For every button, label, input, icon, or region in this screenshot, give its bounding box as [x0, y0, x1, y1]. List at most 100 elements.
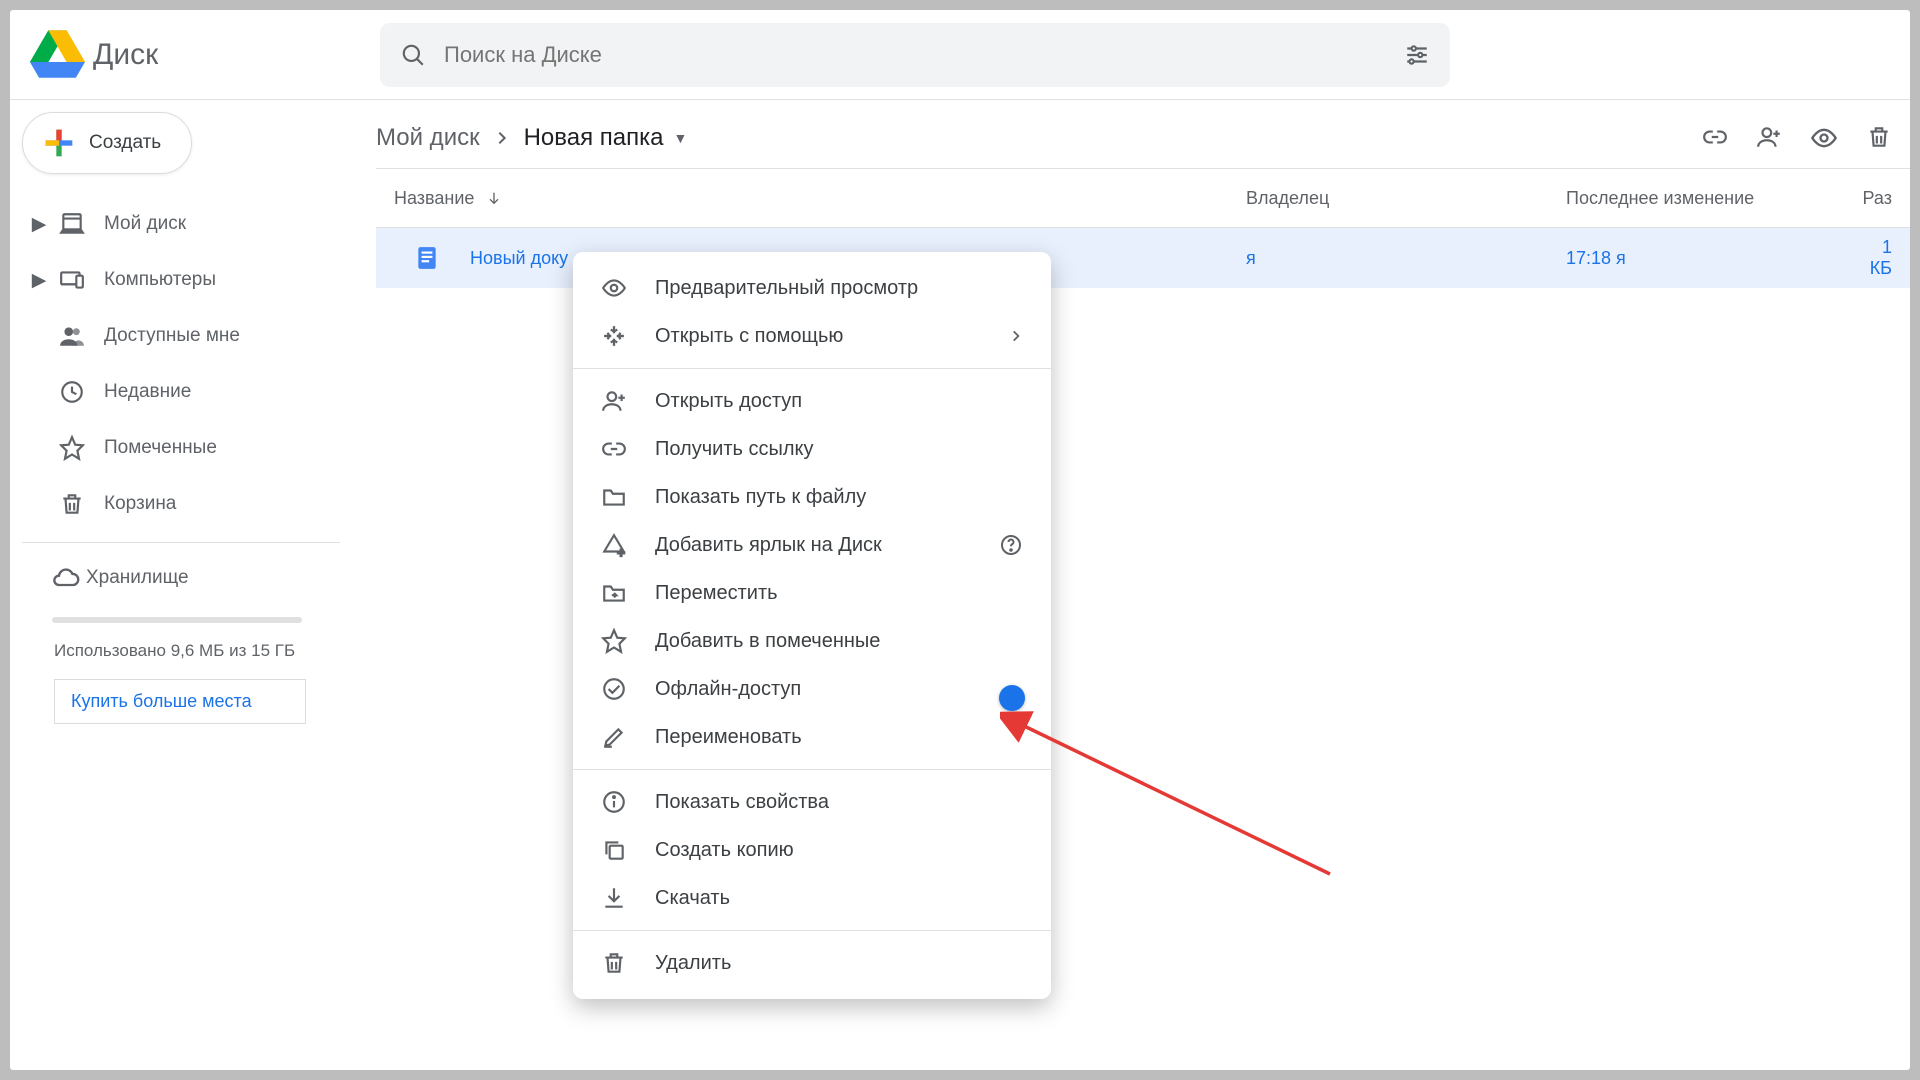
context-menu: Предварительный просмотр Открыть с помощ…	[573, 252, 1051, 999]
trash-icon	[601, 950, 641, 976]
star-icon	[52, 435, 92, 461]
sidebar-item-label: Доступные мне	[104, 325, 240, 347]
drive-logo-icon	[30, 30, 85, 80]
folder-move-icon	[601, 580, 641, 606]
cm-share[interactable]: Открыть доступ	[573, 377, 1051, 425]
folder-icon	[601, 484, 641, 510]
offline-icon	[601, 676, 641, 702]
storage-progress	[52, 617, 302, 623]
file-owner: я	[1246, 248, 1256, 268]
caret-right-icon: ▶	[30, 269, 48, 292]
shared-icon	[52, 323, 92, 349]
cm-add-shortcut[interactable]: + Добавить ярлык на Диск	[573, 521, 1051, 569]
trash-icon	[52, 491, 92, 517]
drive-shortcut-icon: +	[601, 532, 641, 558]
filter-icon[interactable]	[1404, 42, 1430, 68]
sidebar-item-label: Помеченные	[104, 437, 217, 459]
search-input[interactable]	[444, 42, 1404, 68]
cm-delete[interactable]: Удалить	[573, 939, 1051, 987]
sidebar-item-label: Недавние	[104, 381, 191, 403]
docs-icon	[414, 245, 440, 271]
col-modified[interactable]: Последнее изменение	[1566, 188, 1856, 209]
col-name[interactable]: Название	[376, 188, 1246, 209]
arrow-down-icon	[486, 190, 502, 206]
cm-add-star[interactable]: Добавить в помеченные	[573, 617, 1051, 665]
menu-separator	[573, 769, 1051, 770]
sidebar: Создать ▶ Мой диск ▶ Компьютеры	[10, 100, 370, 1070]
storage-label: Хранилище	[86, 567, 189, 589]
breadcrumb-actions	[1702, 124, 1892, 152]
col-size[interactable]: Раз	[1856, 188, 1910, 209]
sidebar-item-computers[interactable]: ▶ Компьютеры	[22, 252, 340, 308]
col-name-label: Название	[394, 188, 474, 209]
header: Диск	[10, 10, 1910, 100]
cm-get-link[interactable]: Получить ссылку	[573, 425, 1051, 473]
file-size: 1 КБ	[1870, 237, 1892, 278]
search-bar[interactable]	[380, 23, 1450, 87]
cloud-icon	[52, 564, 86, 592]
buy-storage-button[interactable]: Купить больше места	[54, 679, 306, 724]
sidebar-item-my-drive[interactable]: ▶ Мой диск	[22, 196, 340, 252]
logo-area[interactable]: Диск	[20, 30, 380, 80]
storage-section: Хранилище Использовано 9,6 МБ из 15 ГБ К…	[22, 553, 370, 724]
cm-rename[interactable]: Переименовать	[573, 713, 1051, 761]
col-owner[interactable]: Владелец	[1246, 188, 1566, 209]
link-icon[interactable]	[1702, 124, 1728, 152]
menu-separator	[573, 930, 1051, 931]
storage-usage-text: Использовано 9,6 МБ из 15 ГБ	[22, 639, 328, 663]
info-icon	[601, 789, 641, 815]
help-icon[interactable]	[999, 533, 1023, 557]
file-name: Новый доку	[470, 248, 568, 269]
search-icon	[400, 42, 426, 68]
cm-move[interactable]: Переместить	[573, 569, 1051, 617]
link-icon	[601, 436, 641, 462]
chevron-right-icon	[494, 130, 510, 146]
eye-icon	[601, 275, 641, 301]
breadcrumb: Мой диск Новая папка ▼	[376, 124, 687, 152]
breadcrumb-current[interactable]: Новая папка	[524, 124, 664, 152]
plus-icon	[43, 127, 75, 159]
eye-icon[interactable]	[1810, 124, 1838, 152]
sidebar-item-label: Мой диск	[104, 213, 186, 235]
pencil-icon	[601, 724, 641, 750]
chevron-right-icon	[1009, 329, 1023, 343]
download-icon	[601, 885, 641, 911]
copy-icon	[601, 837, 641, 863]
cm-offline[interactable]: Офлайн-доступ	[573, 665, 1051, 713]
cm-copy[interactable]: Создать копию	[573, 826, 1051, 874]
cm-show-path[interactable]: Показать путь к файлу	[573, 473, 1051, 521]
share-icon[interactable]	[1756, 124, 1782, 152]
cm-details[interactable]: Показать свойства	[573, 778, 1051, 826]
computers-icon	[52, 267, 92, 293]
cm-download[interactable]: Скачать	[573, 874, 1051, 922]
table-header: Название Владелец Последнее изменение Ра…	[376, 168, 1910, 228]
svg-text:+: +	[617, 545, 625, 558]
sidebar-item-label: Корзина	[104, 493, 176, 515]
sidebar-item-recent[interactable]: Недавние	[22, 364, 340, 420]
delete-icon[interactable]	[1866, 124, 1892, 152]
file-modified: 17:18 я	[1566, 248, 1626, 268]
breadcrumb-root[interactable]: Мой диск	[376, 124, 480, 152]
create-button-label: Создать	[89, 132, 161, 154]
my-drive-icon	[52, 211, 92, 237]
sidebar-item-label: Компьютеры	[104, 269, 216, 291]
caret-right-icon: ▶	[30, 213, 48, 236]
menu-separator	[573, 368, 1051, 369]
sidebar-item-shared[interactable]: Доступные мне	[22, 308, 340, 364]
buy-storage-label: Купить больше места	[71, 691, 252, 711]
clock-icon	[52, 379, 92, 405]
create-button[interactable]: Создать	[22, 112, 192, 174]
person-add-icon	[601, 388, 641, 414]
cm-open-with[interactable]: Открыть с помощью	[573, 312, 1051, 360]
breadcrumb-row: Мой диск Новая папка ▼	[376, 110, 1910, 166]
brand-name: Диск	[93, 38, 158, 72]
sidebar-item-starred[interactable]: Помеченные	[22, 420, 340, 476]
divider	[22, 542, 340, 543]
open-with-icon	[601, 323, 641, 349]
sidebar-item-storage[interactable]: Хранилище	[22, 553, 328, 603]
star-icon	[601, 628, 641, 654]
chevron-down-icon[interactable]: ▼	[673, 130, 687, 146]
cm-preview[interactable]: Предварительный просмотр	[573, 264, 1051, 312]
sidebar-item-trash[interactable]: Корзина	[22, 476, 340, 532]
nav: ▶ Мой диск ▶ Компьютеры	[22, 196, 370, 532]
